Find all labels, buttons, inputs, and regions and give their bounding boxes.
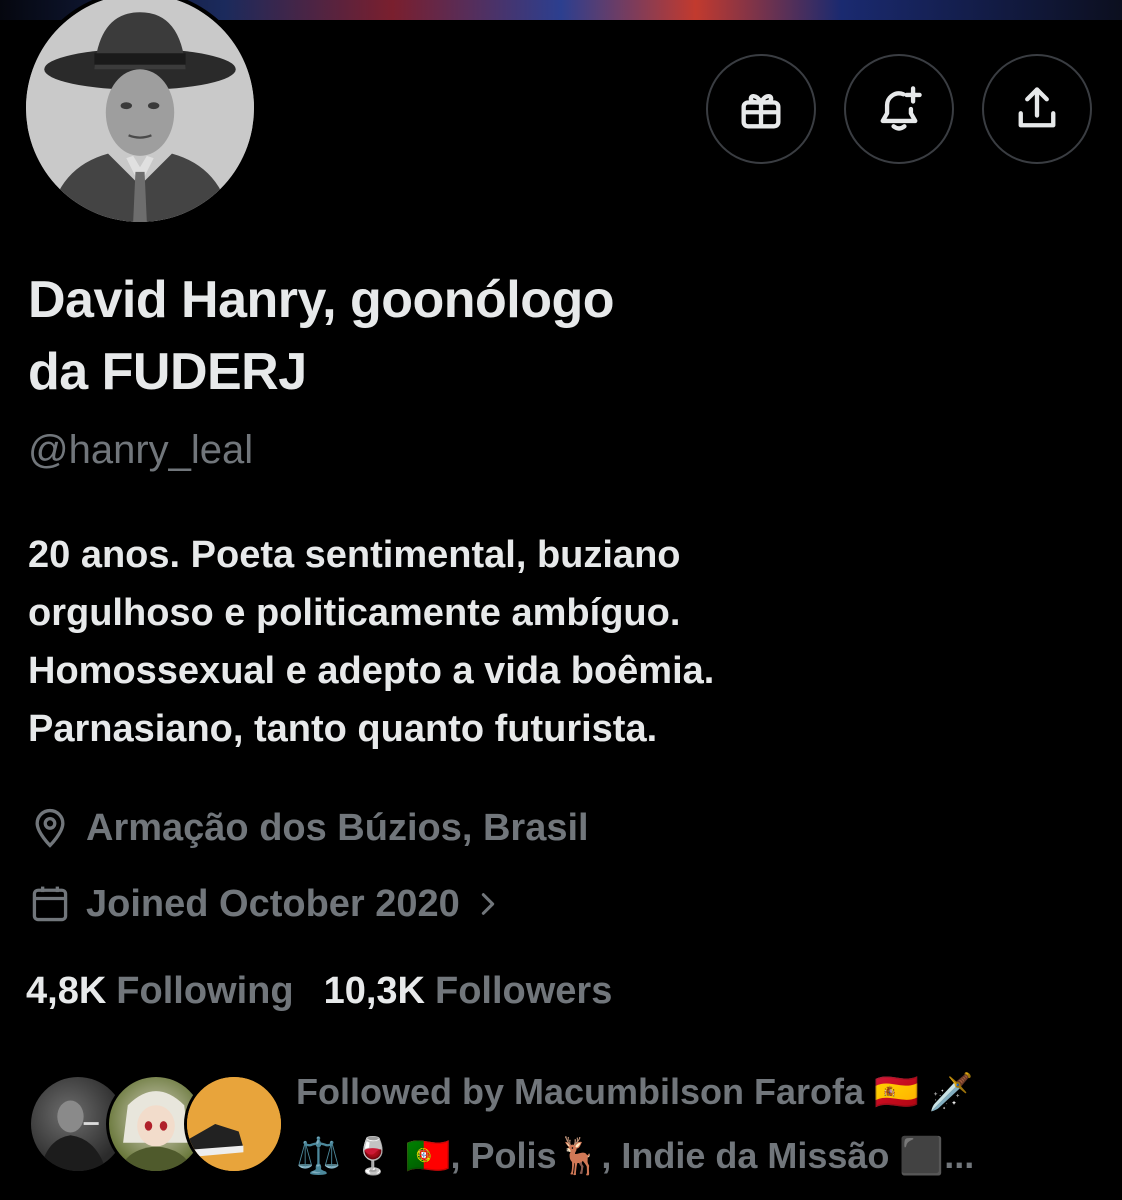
display-name-line-2: da FUDERJ <box>28 343 307 401</box>
followers-count: 10,3K <box>323 970 425 1012</box>
share-button[interactable] <box>982 54 1092 164</box>
bell-plus-icon <box>880 86 922 131</box>
follow-stats: 4,8K Following 10,3K Followers <box>26 970 642 1013</box>
following-link[interactable]: 4,8K Following <box>26 970 294 1013</box>
calendar-icon <box>32 886 68 922</box>
profile-location: Armação dos Búzios, Brasil <box>28 806 589 850</box>
notification-subscribe-button[interactable] <box>844 54 954 164</box>
location-pin-icon <box>35 808 65 848</box>
bio-line: Parnasiano, tanto quanto futurista. <box>28 708 658 750</box>
joined-date-link[interactable]: Joined October 2020 <box>28 882 516 926</box>
joined-text: Joined October 2020 <box>86 882 460 925</box>
followed-by-text[interactable]: Followed by Macumbilson Farofa 🇪🇸 🗡️ ⚖️ … <box>296 1060 1096 1188</box>
followers-label: Followers <box>434 970 613 1012</box>
followers-link[interactable]: 10,3K Followers <box>324 970 613 1013</box>
profile-bio: 20 anos. Poeta sentimental, buziano orgu… <box>28 526 1088 758</box>
share-icon <box>1018 87 1056 128</box>
user-handle: @hanry_leal <box>28 428 254 472</box>
followed-by-line-2: ⚖️ 🍷 🇵🇹, Polis🦌, Indie da Missão ⬛... <box>296 1135 975 1176</box>
profile-avatar[interactable] <box>22 0 258 226</box>
mutual-follower-avatar <box>184 1074 284 1174</box>
bio-line: orgulhoso e politicamente ambíguo. <box>28 592 681 634</box>
avatar-photo <box>26 0 254 222</box>
chevron-right-icon <box>481 893 494 915</box>
gift-icon <box>741 93 781 129</box>
gift-button[interactable] <box>706 54 816 164</box>
location-text: Armação dos Búzios, Brasil <box>86 806 589 849</box>
display-name: David Hanry, goonólogo da FUDERJ <box>28 264 928 408</box>
display-name-line-1: David Hanry, goonólogo <box>28 271 615 329</box>
bio-line: 20 anos. Poeta sentimental, buziano <box>28 534 681 576</box>
following-count: 4,8K <box>26 970 107 1012</box>
mutual-followers-avatars[interactable] <box>28 1074 284 1178</box>
following-label: Following <box>116 970 294 1012</box>
bio-line: Homossexual e adepto a vida boêmia. <box>28 650 715 692</box>
followed-by-line-1: Followed by Macumbilson Farofa 🇪🇸 🗡️ <box>296 1071 974 1112</box>
